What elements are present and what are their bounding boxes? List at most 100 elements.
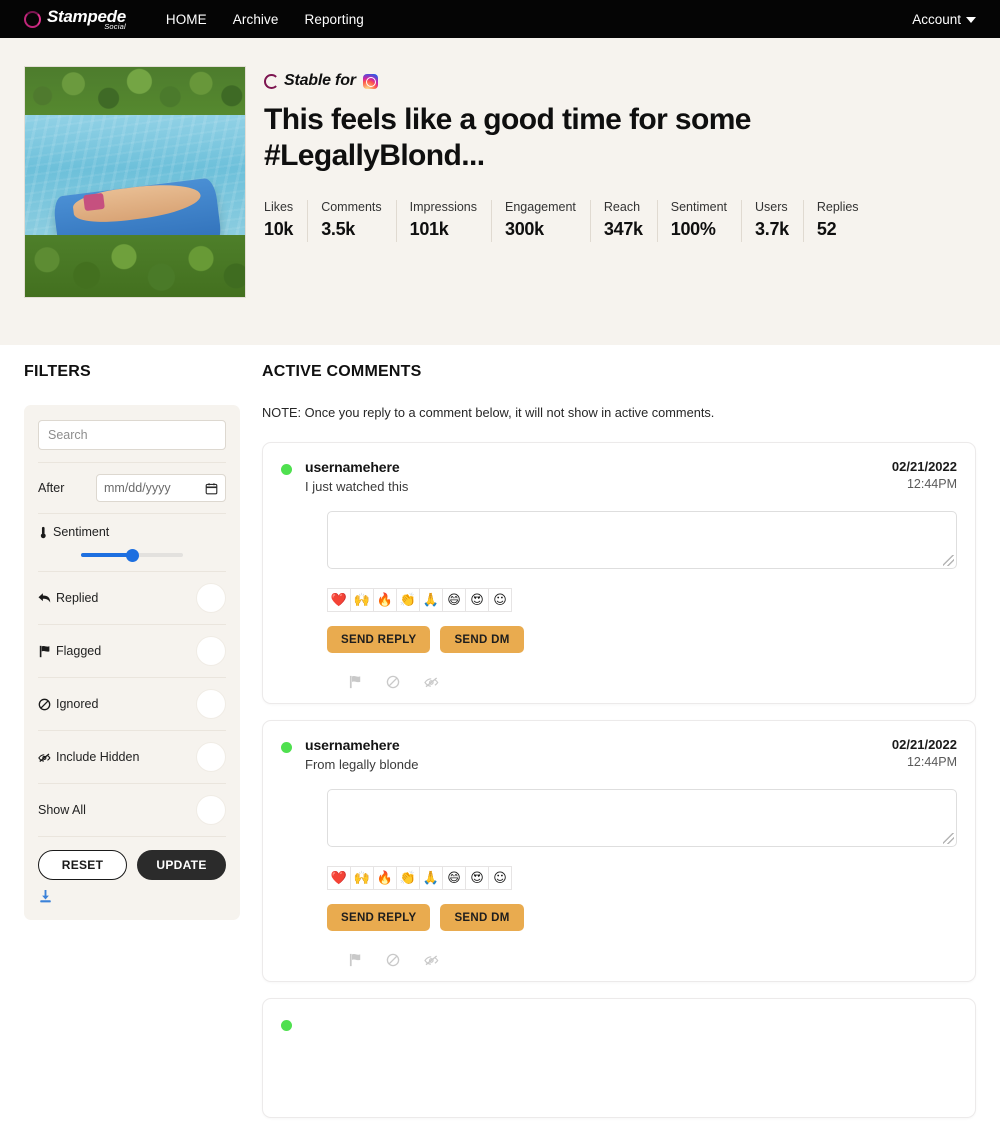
grin-emoji[interactable]: 😄 (442, 588, 466, 612)
metric-label: Impressions (409, 200, 478, 214)
toggle-replied[interactable] (196, 583, 226, 613)
grin-emoji[interactable]: 😄 (442, 866, 466, 890)
filter-row-replied[interactable]: Replied (38, 571, 226, 624)
emoji-toolbar: ❤️ 🙌 🔥 👏 🙏 😄 😍 ☺ (327, 866, 957, 890)
comment-actions (349, 953, 957, 967)
reply-arrow-icon (38, 592, 51, 604)
toggle-flagged[interactable] (196, 636, 226, 666)
post-metrics: Likes 10k Comments 3.5k Impressions 101k… (264, 200, 976, 242)
heart-emoji[interactable]: ❤️ (327, 866, 351, 890)
download-icon[interactable] (38, 889, 226, 904)
sentiment-label-row: Sentiment (38, 525, 226, 539)
metric-label: Engagement (505, 200, 576, 214)
resize-handle[interactable] (943, 555, 954, 566)
filter-buttons: RESET UPDATE (38, 836, 226, 880)
fire-emoji[interactable]: 🔥 (373, 866, 397, 890)
pray-emoji[interactable]: 🙏 (419, 866, 443, 890)
ban-icon[interactable] (386, 675, 400, 689)
comment-text: From legally blonde (305, 757, 419, 772)
after-date-row: After mm/dd/yyyy (38, 462, 226, 513)
pray-emoji[interactable]: 🙏 (419, 588, 443, 612)
flag-icon[interactable] (349, 675, 362, 689)
send-dm-button[interactable]: SEND DM (440, 626, 524, 653)
brand-logo[interactable]: Stampede Social (24, 8, 126, 31)
filter-label-text: Show All (38, 803, 86, 817)
toggle-show-all[interactable] (196, 795, 226, 825)
comment-text: I just watched this (305, 479, 409, 494)
nav-link-home[interactable]: HOME (166, 12, 207, 27)
metric-sentiment: Sentiment 100% (670, 200, 743, 242)
comment-header: usernamehere I just watched this 02/21/2… (281, 459, 957, 494)
status-dot-icon (281, 1020, 292, 1031)
metric-comments: Comments 3.5k (321, 200, 397, 242)
comment-time: 12:44PM (906, 755, 957, 769)
sentiment-filter: Sentiment (38, 513, 226, 571)
swimsuit (83, 192, 106, 211)
hedge-bottom (25, 235, 245, 297)
eye-slash-icon[interactable] (424, 953, 439, 967)
filter-row-flagged[interactable]: Flagged (38, 624, 226, 677)
raised-hands-emoji[interactable]: 🙌 (350, 866, 374, 890)
fire-emoji[interactable]: 🔥 (373, 588, 397, 612)
account-menu[interactable]: Account (912, 12, 976, 27)
filter-row-ignored[interactable]: Ignored (38, 677, 226, 730)
metric-value: 347k (603, 219, 643, 239)
send-dm-button[interactable]: SEND DM (440, 904, 524, 931)
filter-row-show-all[interactable]: Show All (38, 783, 226, 836)
status-dot-icon (281, 742, 292, 753)
clap-emoji[interactable]: 👏 (396, 588, 420, 612)
metric-value: 101k (409, 219, 449, 239)
platform-status-row: Stable for (264, 72, 976, 90)
comment-meta: 02/21/2022 12:44PM (892, 459, 957, 491)
search-row (38, 419, 226, 462)
emoji-toolbar: ❤️ 🙌 🔥 👏 🙏 😄 😍 ☺ (327, 588, 957, 612)
heart-eyes-emoji[interactable]: 😍 (465, 866, 489, 890)
send-reply-button[interactable]: SEND REPLY (327, 904, 431, 931)
comment-username[interactable]: usernamehere (305, 459, 408, 475)
metric-label: Sentiment (670, 200, 728, 214)
instagram-icon (362, 73, 378, 89)
toggle-ignored[interactable] (196, 689, 226, 719)
eye-slash-icon (38, 751, 51, 764)
resize-handle[interactable] (943, 833, 954, 844)
emoji-picker-icon[interactable]: ☺ (488, 588, 512, 612)
send-buttons: SEND REPLY SEND DM (327, 626, 957, 653)
metric-value: 100% (670, 219, 716, 239)
search-input[interactable] (38, 420, 226, 450)
filters-card: After mm/dd/yyyy (24, 405, 240, 920)
clap-emoji[interactable]: 👏 (396, 866, 420, 890)
flag-icon[interactable] (349, 953, 362, 967)
download-row (38, 880, 226, 904)
comment-date: 02/21/2022 (891, 737, 957, 752)
comment-meta: 02/21/2022 12:44PM (892, 737, 957, 769)
ban-icon[interactable] (386, 953, 400, 967)
sentiment-slider[interactable] (81, 548, 183, 562)
heart-eyes-emoji[interactable]: 😍 (465, 588, 489, 612)
slider-thumb[interactable] (125, 548, 139, 562)
main-content: FILTERS After mm/dd/yyyy (0, 345, 1000, 1134)
chevron-down-icon (966, 17, 976, 23)
send-reply-button[interactable]: SEND REPLY (327, 626, 431, 653)
emoji-picker-icon[interactable]: ☺ (488, 866, 512, 890)
calendar-icon[interactable] (205, 482, 218, 495)
heart-emoji[interactable]: ❤️ (327, 588, 351, 612)
post-hero-section: Stable for This feels like a good time f… (0, 38, 1000, 345)
nav-link-reporting[interactable]: Reporting (304, 12, 363, 27)
update-button[interactable]: UPDATE (137, 850, 226, 880)
after-date-input[interactable]: mm/dd/yyyy (96, 474, 226, 502)
nav-link-archive[interactable]: Archive (233, 12, 279, 27)
reply-textarea[interactable] (327, 511, 957, 569)
comment-username[interactable]: usernamehere (305, 737, 418, 753)
metric-value: 10k (264, 219, 294, 239)
date-placeholder: mm/dd/yyyy (104, 481, 171, 495)
raised-hands-emoji[interactable]: 🙌 (350, 588, 374, 612)
toggle-include-hidden[interactable] (196, 742, 226, 772)
reply-textarea[interactable] (327, 789, 957, 847)
stable-circle-icon (264, 73, 279, 89)
metric-value: 52 (816, 219, 837, 239)
metric-users: Users 3.7k (755, 200, 804, 242)
filter-row-include-hidden[interactable]: Include Hidden (38, 730, 226, 783)
eye-slash-icon[interactable] (424, 675, 439, 689)
comment-actions (349, 675, 957, 689)
reset-button[interactable]: RESET (38, 850, 127, 880)
